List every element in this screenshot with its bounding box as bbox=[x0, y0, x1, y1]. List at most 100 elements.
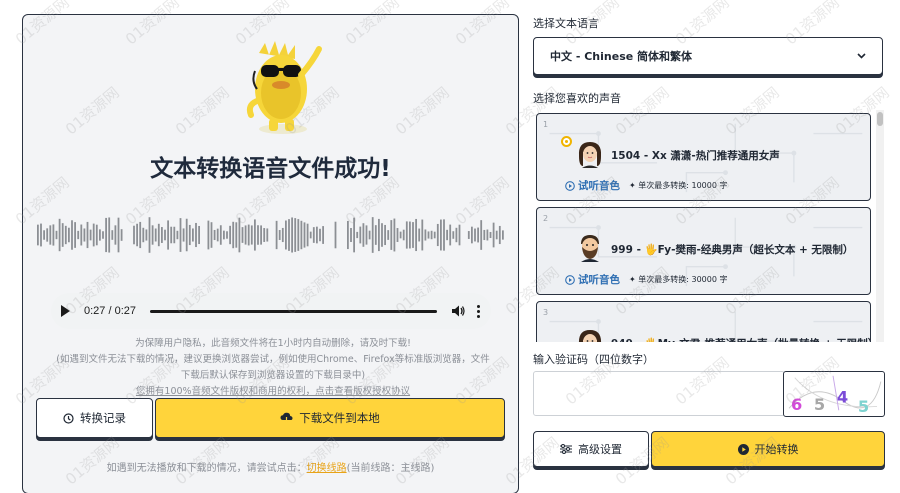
advanced-settings-button[interactable]: 高级设置 bbox=[533, 431, 649, 467]
waveform-bar bbox=[433, 231, 436, 239]
conversion-limit: ✦ 单次最多转换: 10000 字 bbox=[629, 181, 728, 190]
waveform-bar bbox=[55, 230, 58, 240]
waveform-bar bbox=[207, 220, 210, 250]
waveform-bar bbox=[405, 221, 408, 249]
listen-sample-label: 试听音色 bbox=[578, 274, 620, 286]
audio-time: 0:27 / 0:27 bbox=[84, 305, 136, 317]
waveform-bar bbox=[263, 228, 266, 242]
waveform-bar bbox=[195, 222, 197, 248]
waveform-bar bbox=[266, 228, 269, 242]
waveform-bar bbox=[157, 223, 160, 247]
switch-line-link[interactable]: 切换线路 bbox=[307, 463, 347, 474]
waveform-bar bbox=[105, 217, 107, 253]
waveform-bar bbox=[95, 224, 98, 246]
download-button[interactable]: 下载文件到本地 bbox=[155, 398, 505, 438]
scrollbar-thumb[interactable] bbox=[877, 112, 883, 126]
waveform-bar bbox=[396, 228, 399, 242]
play-circle-icon bbox=[565, 274, 575, 285]
start-convert-label: 开始转换 bbox=[754, 443, 799, 456]
voice-label: 选择您喜欢的声音 bbox=[533, 92, 621, 105]
selected-radio-icon[interactable] bbox=[561, 136, 572, 147]
cloud-download-icon bbox=[280, 412, 293, 424]
waveform-bar bbox=[61, 223, 64, 247]
waveform-bar bbox=[446, 229, 448, 241]
waveform-bar bbox=[467, 231, 470, 239]
waveform-bar bbox=[480, 220, 483, 250]
voice-list-scrollbar[interactable] bbox=[876, 110, 884, 342]
waveform-bar bbox=[111, 230, 114, 240]
waveform-bar bbox=[192, 228, 194, 242]
waveform-bar bbox=[347, 220, 349, 250]
captcha-image[interactable]: 6 5 4 5 bbox=[783, 371, 885, 417]
waveform-bar bbox=[64, 225, 67, 245]
audio-waveform bbox=[37, 217, 504, 253]
waveform-bar bbox=[49, 225, 52, 245]
waveform-bar bbox=[235, 222, 238, 248]
waveform-bar bbox=[223, 230, 225, 240]
waveform-bar bbox=[176, 230, 179, 240]
history-button[interactable]: 转换记录 bbox=[36, 398, 153, 438]
start-convert-button[interactable]: 开始转换 bbox=[651, 431, 885, 467]
waveform-bar bbox=[139, 221, 142, 249]
audio-player[interactable]: 0:27 / 0:27 bbox=[51, 293, 491, 329]
waveform-bar bbox=[291, 217, 293, 253]
waveform-bar bbox=[495, 230, 498, 240]
waveform-bar bbox=[108, 217, 111, 253]
waveform-bar bbox=[278, 230, 281, 240]
captcha-input[interactable] bbox=[533, 371, 785, 416]
waveform-bar bbox=[210, 222, 213, 248]
waveform-bar bbox=[443, 219, 445, 251]
waveform-bar bbox=[216, 228, 219, 242]
waveform-bar bbox=[58, 218, 61, 252]
language-select[interactable]: 中文 - Chinese 简体和繁体 bbox=[533, 37, 883, 75]
voice-list[interactable]: 1 1504 - Xx 潇潇-热门推荐通用女声 试听音色 ✦ 单次最多转换: 1000… bbox=[533, 110, 886, 342]
waveform-bar bbox=[77, 230, 80, 240]
waveform-bar bbox=[89, 229, 92, 241]
language-selected-value: 中文 - Chinese 简体和繁体 bbox=[550, 50, 693, 63]
success-title: 文本转换语音文件成功! bbox=[150, 156, 391, 182]
female-avatar bbox=[578, 142, 602, 168]
listen-sample-button[interactable]: 试听音色 bbox=[565, 178, 620, 193]
voice-name: 999 - 🖐Fy-樊雨-经典男声（超长文本 + 无限制） bbox=[611, 244, 854, 256]
waveform-bar bbox=[99, 229, 101, 241]
play-circle-icon bbox=[737, 443, 749, 455]
play-icon[interactable] bbox=[61, 305, 70, 317]
listen-sample-button[interactable]: 试听音色 bbox=[565, 272, 620, 287]
waveform-bar bbox=[412, 222, 414, 248]
waveform-bar bbox=[238, 217, 241, 253]
waveform-bar bbox=[368, 230, 371, 240]
waveform-bar bbox=[102, 231, 104, 239]
waveform-bar bbox=[319, 228, 321, 242]
volume-icon[interactable] bbox=[451, 304, 465, 318]
voice-card-number: 1 bbox=[543, 120, 549, 129]
more-options-icon[interactable] bbox=[477, 304, 481, 318]
waveform-bar bbox=[312, 227, 315, 243]
waveform-bar bbox=[387, 230, 390, 240]
clock-icon bbox=[63, 412, 74, 424]
waveform-bar bbox=[449, 224, 452, 246]
waveform-bar bbox=[421, 219, 424, 251]
waveform-bar bbox=[498, 225, 501, 245]
waveform-bar bbox=[430, 230, 433, 240]
waveform-bar bbox=[40, 223, 42, 247]
voice-name: 949 - 🖐My-文君-推荐通用女声（批量转换 + 无限制） bbox=[611, 336, 870, 342]
waveform-bar bbox=[133, 225, 135, 245]
waveform-bar bbox=[402, 229, 405, 241]
waveform-bar bbox=[362, 223, 365, 247]
waveform-bar bbox=[353, 217, 355, 253]
voice-card[interactable]: 3949 - 🖐My-文君-推荐通用女声（批量转换 + 无限制）试听音色 bbox=[536, 301, 871, 342]
waveform-bar bbox=[492, 222, 495, 248]
notice-line-1: 为保障用户隐私，此音频文件将在1小时内自动删除，请及时下载! bbox=[135, 338, 411, 349]
sliders-icon bbox=[560, 444, 572, 454]
waveform-bar bbox=[241, 227, 244, 243]
female-avatar bbox=[578, 330, 602, 342]
voice-card[interactable]: 1 1504 - Xx 潇潇-热门推荐通用女声 试听音色 ✦ 单次最多转换: 1000… bbox=[536, 113, 871, 201]
download-button-label: 下载文件到本地 bbox=[299, 411, 380, 425]
waveform-bar bbox=[198, 225, 200, 245]
waveform-bar bbox=[250, 225, 253, 245]
waveform-bar bbox=[161, 227, 163, 243]
audio-progress-bar[interactable] bbox=[150, 309, 437, 313]
waveform-bar bbox=[80, 224, 83, 246]
download-notice: 为保障用户隐私，此音频文件将在1小时内自动删除，请及时下载! (如遇到文件无法下… bbox=[53, 336, 493, 400]
voice-card[interactable]: 2 999 - 🖐Fy-樊雨-经典男声（超长文本 + 无限制） 试听音色 ✦ 单次最多… bbox=[536, 207, 871, 295]
